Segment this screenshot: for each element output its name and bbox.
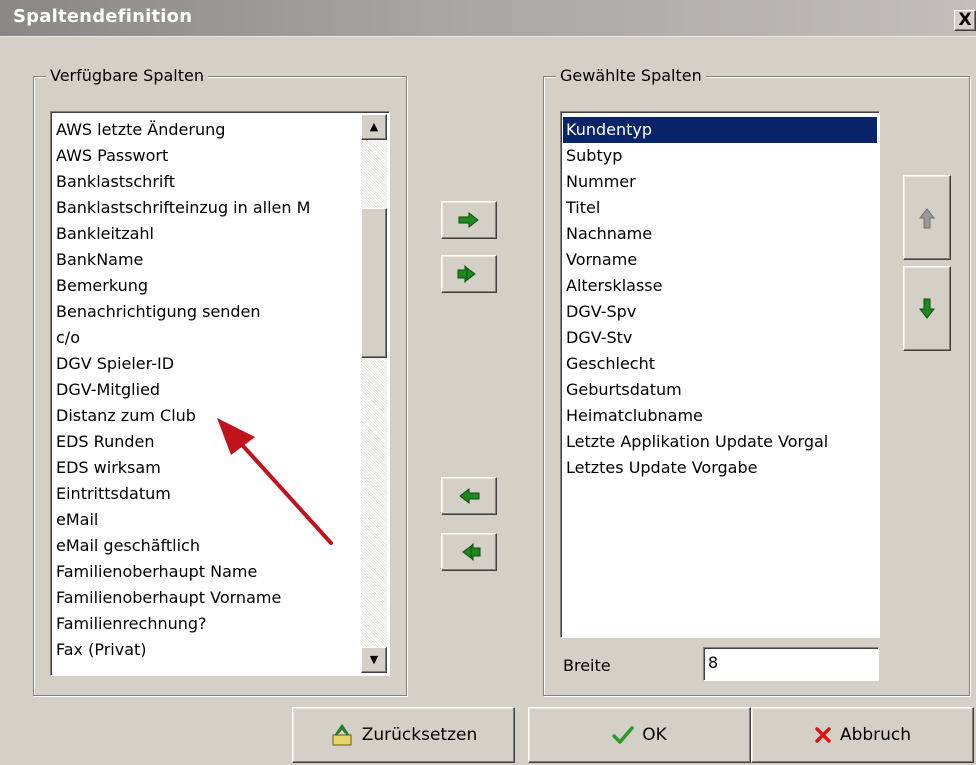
window-title: Spaltendefinition xyxy=(13,6,193,27)
scroll-thumb[interactable] xyxy=(361,208,387,358)
width-input[interactable]: 8 xyxy=(703,647,879,681)
available-column-item[interactable]: AWS letzte Änderung xyxy=(53,117,359,143)
double-arrow-right-icon xyxy=(457,265,476,283)
available-column-item[interactable]: Bankleitzahl xyxy=(53,221,359,247)
selected-column-item[interactable]: Letztes Update Vorgabe xyxy=(563,455,877,481)
reset-button[interactable]: Zurücksetzen xyxy=(292,707,515,763)
available-column-item[interactable]: Familienoberhaupt Name xyxy=(53,559,359,585)
selected-column-item[interactable]: Altersklasse xyxy=(563,273,877,299)
title-bar: Spaltendefinition X xyxy=(0,0,976,37)
triangle-down-icon: ▼ xyxy=(369,653,379,666)
move-all-right-button[interactable] xyxy=(441,255,497,293)
available-column-item[interactable]: Familienoberhaupt Vorname xyxy=(53,585,359,611)
available-column-item[interactable]: c/o xyxy=(53,325,359,351)
width-label: Breite xyxy=(563,656,611,675)
available-column-item[interactable]: AWS Passwort xyxy=(53,143,359,169)
available-columns-label: Verfügbare Spalten xyxy=(46,66,208,85)
available-columns-list[interactable]: AWS letzte Änderung AWS Passwort Banklasts… xyxy=(50,111,390,676)
selected-column-item[interactable]: Subtyp xyxy=(563,143,877,169)
cross-icon xyxy=(815,727,831,743)
close-button[interactable]: X xyxy=(954,10,976,31)
selected-column-item[interactable]: Kundentyp xyxy=(563,117,877,143)
reset-icon xyxy=(332,723,352,746)
available-column-item[interactable]: BankName xyxy=(53,247,359,273)
cancel-button[interactable]: Abbruch xyxy=(751,707,974,763)
move-up-button[interactable] xyxy=(903,175,951,260)
selected-column-item[interactable]: Vorname xyxy=(563,247,877,273)
available-column-item[interactable]: DGV-Mitglied xyxy=(53,377,359,403)
red-arrow-annotation xyxy=(217,418,333,545)
triangle-up-icon: ▲ xyxy=(369,120,379,133)
selected-column-item[interactable]: DGV-Spv xyxy=(563,299,877,325)
available-column-item[interactable]: Bemerkung xyxy=(53,273,359,299)
ok-label: OK xyxy=(642,725,667,745)
reset-label: Zurücksetzen xyxy=(361,725,478,745)
selected-column-item[interactable]: Nummer xyxy=(563,169,877,195)
move-right-button[interactable] xyxy=(441,201,497,239)
selected-columns-list[interactable]: Kundentyp Subtyp Nummer Titel Nachname Vornam… xyxy=(560,111,880,638)
selected-column-item[interactable]: Titel xyxy=(563,195,877,221)
selected-column-item[interactable]: Geschlecht xyxy=(563,351,877,377)
selected-column-item[interactable]: Geburtsdatum xyxy=(563,377,877,403)
available-column-item[interactable]: Banklastschrifteinzug in allen M xyxy=(53,195,359,221)
ok-button[interactable]: OK xyxy=(528,707,751,763)
available-column-item[interactable]: Benachrichtigung senden xyxy=(53,299,359,325)
selected-column-item[interactable]: Letzte Applikation Update Vorgal xyxy=(563,429,877,455)
scroll-down-button[interactable]: ▼ xyxy=(361,647,387,673)
available-column-item[interactable]: Fax (Privat) xyxy=(53,637,359,663)
move-all-left-button[interactable] xyxy=(441,533,497,571)
arrow-left-icon xyxy=(459,488,480,504)
scroll-up-button[interactable]: ▲ xyxy=(361,114,387,140)
move-down-button[interactable] xyxy=(903,266,951,351)
selected-column-item[interactable]: Nachname xyxy=(563,221,877,247)
available-list-scrollbar[interactable]: ▲ ▼ xyxy=(361,114,387,673)
arrow-up-icon xyxy=(919,207,935,228)
cancel-label: Abbruch xyxy=(839,725,912,745)
arrow-down-icon xyxy=(919,298,935,319)
available-column-item[interactable]: Banklastschrift xyxy=(53,169,359,195)
double-arrow-left-icon xyxy=(462,543,481,561)
available-column-item[interactable]: Familienrechnung? xyxy=(53,611,359,637)
checkmark-icon xyxy=(612,726,634,744)
move-left-button[interactable] xyxy=(441,477,497,515)
selected-column-item[interactable]: Heimatclubname xyxy=(563,403,877,429)
arrow-right-icon xyxy=(458,212,479,228)
selected-columns-label: Gewählte Spalten xyxy=(556,66,706,85)
available-column-item[interactable]: DGV Spieler-ID xyxy=(53,351,359,377)
selected-column-item[interactable]: DGV-Stv xyxy=(563,325,877,351)
